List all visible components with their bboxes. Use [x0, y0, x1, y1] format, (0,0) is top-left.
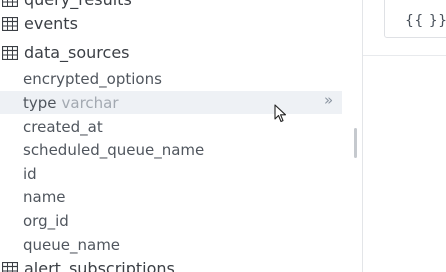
schema-column-scheduled-queue-name[interactable]: scheduled_queue_name	[0, 138, 342, 161]
editor-toolbar-divider	[363, 55, 446, 56]
table-name: query_results	[24, 0, 132, 9]
query-editor-pane	[363, 0, 446, 272]
column-type: varchar	[61, 93, 119, 112]
table-name: data_sources	[24, 43, 130, 62]
add-parameter-button[interactable]: {{ }}	[384, 0, 446, 38]
schema-table-alert-subscriptions[interactable]: alert_subscriptions	[0, 257, 342, 272]
parameter-button-label: {{ }}	[405, 13, 446, 29]
insert-into-query-icon[interactable]: »	[324, 91, 333, 109]
schema-column-created-at[interactable]: created_at	[0, 115, 342, 138]
table-name: alert_subscriptions	[24, 259, 175, 272]
column-name: name	[23, 187, 66, 206]
column-name: org_id	[23, 211, 69, 230]
schema-column-encrypted-options[interactable]: encrypted_options	[0, 67, 342, 90]
schema-scrollbar[interactable]	[354, 128, 357, 158]
column-name: id	[23, 164, 37, 183]
column-name: scheduled_queue_name	[23, 140, 205, 159]
column-name: created_at	[23, 117, 103, 136]
schema-column-name[interactable]: name	[0, 185, 342, 208]
column-name: queue_name	[23, 235, 121, 254]
table-name: events	[24, 14, 78, 33]
schema-browser: query_results events data_sources encryp…	[0, 0, 362, 272]
schema-column-type[interactable]: type varchar »	[0, 91, 342, 114]
table-icon	[2, 262, 18, 272]
column-name: type	[23, 93, 57, 112]
schema-column-id[interactable]: id	[0, 162, 342, 185]
mouse-pointer-icon	[274, 104, 287, 123]
table-icon	[2, 46, 18, 60]
table-icon	[2, 0, 18, 7]
column-name: encrypted_options	[23, 69, 162, 88]
schema-column-queue-name[interactable]: queue_name	[0, 233, 342, 256]
schema-table-events[interactable]: events	[0, 12, 342, 35]
schema-table-data-sources[interactable]: data_sources	[0, 41, 342, 64]
schema-table-query-results[interactable]: query_results	[0, 0, 342, 11]
table-icon	[2, 17, 18, 31]
schema-column-org-id[interactable]: org_id	[0, 209, 342, 232]
